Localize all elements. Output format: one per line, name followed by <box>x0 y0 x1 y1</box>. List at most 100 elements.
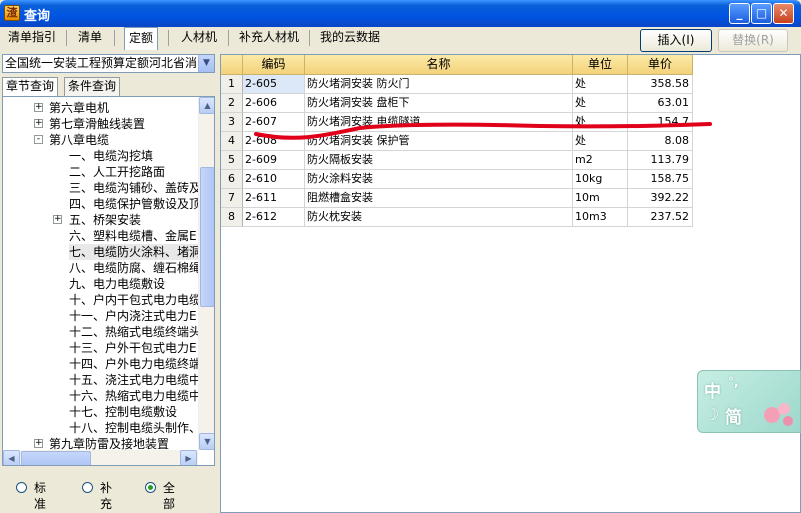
cell-code: 2-611 <box>243 189 305 208</box>
table-row[interactable]: 2 2-606 防火堵洞安装 盘柜下处 63.01 <box>221 94 693 113</box>
table-row[interactable]: 6 2-610 防火涂料安装 10kg 158.75 <box>221 170 693 189</box>
table-row[interactable]: 3 2-607 防火堵洞安装 电缆隧道处 154.7 <box>221 113 693 132</box>
cell-name: 防火隔板安装 <box>305 151 573 170</box>
cell-unit: 10m3 <box>573 208 628 227</box>
tree-item[interactable]: 八、电缆防腐、缠石棉绳 <box>3 260 201 276</box>
tree-item-label: 第七章滑触线装置 <box>49 117 146 131</box>
tab-condition-search[interactable]: 条件查询 <box>64 77 121 96</box>
column-header-name[interactable]: 名称 <box>305 55 573 75</box>
ime-language[interactable]: 中 <box>704 377 721 402</box>
tree-item[interactable]: 十五、浇注式电力电缆中 <box>3 372 201 388</box>
minimize-button[interactable]: _ <box>729 3 750 24</box>
ime-toolbar[interactable]: 中 °, ☽ 简 <box>697 370 801 433</box>
tree-item[interactable]: + 第六章电机 <box>3 100 198 116</box>
radio-standard-dot[interactable] <box>16 482 27 493</box>
cell-price: 392.22 <box>628 189 693 208</box>
cell-rn: 4 <box>221 132 243 151</box>
tab-labor-material[interactable]: 人材机 <box>177 27 221 49</box>
cell-rn: 3 <box>221 113 243 132</box>
quota-library-select[interactable]: 全国统一安装工程预算定额河北省消 ▼ <box>2 54 215 73</box>
cell-unit: 处 <box>573 113 628 132</box>
tree-item[interactable]: 四、电缆保护管敷设及顶 <box>3 196 202 212</box>
scroll-left-icon[interactable]: ◀ <box>3 450 20 465</box>
tree-item[interactable]: 十三、户外干包式电力E <box>3 340 198 356</box>
column-header-price[interactable]: 单价 <box>628 55 693 75</box>
cell-price: 63.01 <box>628 94 693 113</box>
tree-item-label: 四、电缆保护管敷设及顶 <box>69 197 202 211</box>
expand-icon[interactable]: + <box>53 215 62 224</box>
tree-item[interactable]: 十二、热缩式电缆终端头 <box>3 324 202 340</box>
tab-chapter-search[interactable]: 章节查询 <box>2 77 59 97</box>
tree-item[interactable]: + 五、桥架安装 <box>3 212 198 228</box>
tab-separator <box>228 30 229 46</box>
table-row[interactable]: 8 2-612 防火枕安装 10m3 237.52 <box>221 208 693 227</box>
tree-item[interactable]: 十八、控制电缆头制作、 <box>3 420 201 436</box>
ime-mode[interactable]: 简 <box>725 403 742 428</box>
close-button[interactable]: ✕ <box>773 3 794 24</box>
tree-item[interactable]: 七、电缆防火涂料、堵洞 <box>3 244 202 260</box>
cell-name: 防火堵洞安装 保护管 <box>305 132 573 151</box>
tree-horizontal-scrollbar[interactable]: ◀ ▶ <box>3 450 198 465</box>
cell-price: 113.79 <box>628 151 693 170</box>
cell-price: 8.08 <box>628 132 693 151</box>
column-header-rn[interactable] <box>221 55 243 75</box>
column-header-code[interactable]: 编码 <box>243 55 305 75</box>
table-row[interactable]: 5 2-609 防火隔板安装 m2 113.79 <box>221 151 693 170</box>
tree-item[interactable]: 一、电缆沟挖填 <box>3 148 198 164</box>
tree-item[interactable]: + 第七章滑触线装置 <box>3 116 198 132</box>
tree-item[interactable]: 九、电力电缆敷设 <box>3 276 198 292</box>
cell-name: 防火堵洞安装 电缆隧道 <box>305 113 573 132</box>
moon-icon[interactable]: ☽ <box>704 405 719 425</box>
tab-guide[interactable]: 清单指引 <box>4 27 60 49</box>
radio-all-dot[interactable] <box>145 482 156 493</box>
cell-rn: 8 <box>221 208 243 227</box>
tree-item[interactable]: 三、电缆沟铺砂、盖砖及 <box>3 180 201 196</box>
tree-item[interactable]: 十七、控制电缆敷设 <box>3 404 198 420</box>
tree-vertical-scrollbar[interactable]: ▲ ▼ <box>198 97 214 450</box>
table-row[interactable]: 4 2-608 防火堵洞安装 保护管处 8.08 <box>221 132 693 151</box>
table-row[interactable]: 1 2-605 防火堵洞安装 防火门处 358.58 <box>221 75 693 94</box>
table-row[interactable]: 7 2-611 阻燃槽盒安装 10m 392.22 <box>221 189 693 208</box>
expand-icon[interactable]: + <box>34 119 43 128</box>
tree-item[interactable]: 十一、户内浇注式电力E <box>3 308 198 324</box>
tab-bill[interactable]: 清单 <box>74 27 106 49</box>
tab-supplement-material[interactable]: 补充人材机 <box>235 27 303 49</box>
scroll-thumb[interactable] <box>200 167 214 307</box>
ime-punctuation[interactable]: °, <box>728 375 739 389</box>
insert-button[interactable]: 插入(I) <box>640 29 712 52</box>
tab-cloud-data[interactable]: 我的云数据 <box>316 27 384 49</box>
column-header-unit[interactable]: 单位 <box>573 55 628 75</box>
tab-separator <box>168 30 169 46</box>
maximize-button[interactable]: □ <box>751 3 772 24</box>
radio-supplement-dot[interactable] <box>82 482 93 493</box>
cell-name: 阻燃槽盒安装 <box>305 189 573 208</box>
replace-button[interactable]: 替换(R) <box>718 29 788 52</box>
tree-item[interactable]: 六、塑料电缆槽、金属E <box>3 228 198 244</box>
tree-item[interactable]: 十四、户外电力电缆终端 <box>3 356 201 372</box>
quota-grid[interactable]: 编码 名称 单位 单价 1 2-605 防火堵洞安装 防火门处 358.58 2 2-606 防火堵… <box>220 54 801 513</box>
tree-item[interactable]: 十、户内干包式电力电缆 <box>3 292 201 308</box>
tree-item-label: 九、电力电缆敷设 <box>69 277 166 291</box>
expand-icon[interactable]: + <box>34 439 43 448</box>
scroll-up-icon[interactable]: ▲ <box>199 97 214 114</box>
scroll-right-icon[interactable]: ▶ <box>180 450 197 465</box>
expand-icon[interactable]: + <box>34 103 43 112</box>
cell-rn: 1 <box>221 75 243 94</box>
chevron-down-icon[interactable]: ▼ <box>198 55 214 72</box>
cell-code: 2-607 <box>243 113 305 132</box>
cell-rn: 5 <box>221 151 243 170</box>
scroll-down-icon[interactable]: ▼ <box>199 433 214 450</box>
tree-item-label: 十二、热缩式电缆终端头 <box>69 325 202 339</box>
cell-unit: 处 <box>573 132 628 151</box>
tab-quota[interactable]: 定额 <box>124 27 159 50</box>
cell-unit: 处 <box>573 94 628 113</box>
collapse-icon[interactable]: - <box>34 135 43 144</box>
cell-name: 防火堵洞安装 防火门 <box>305 75 573 94</box>
chapter-tree[interactable]: + 第六章电机 + 第七章滑触线装置 - 第八章电缆 一、电缆沟挖填 二、人工开挖路面 三、电缆… <box>2 96 215 466</box>
app-icon: 渣 <box>4 5 20 21</box>
tree-item-label: 五、桥架安装 <box>69 213 142 227</box>
tree-item[interactable]: - 第八章电缆 <box>3 132 198 148</box>
hscroll-thumb[interactable] <box>21 451 91 465</box>
tree-item[interactable]: 十六、热缩式电力电缆中 <box>3 388 201 404</box>
tree-item[interactable]: 二、人工开挖路面 <box>3 164 198 180</box>
